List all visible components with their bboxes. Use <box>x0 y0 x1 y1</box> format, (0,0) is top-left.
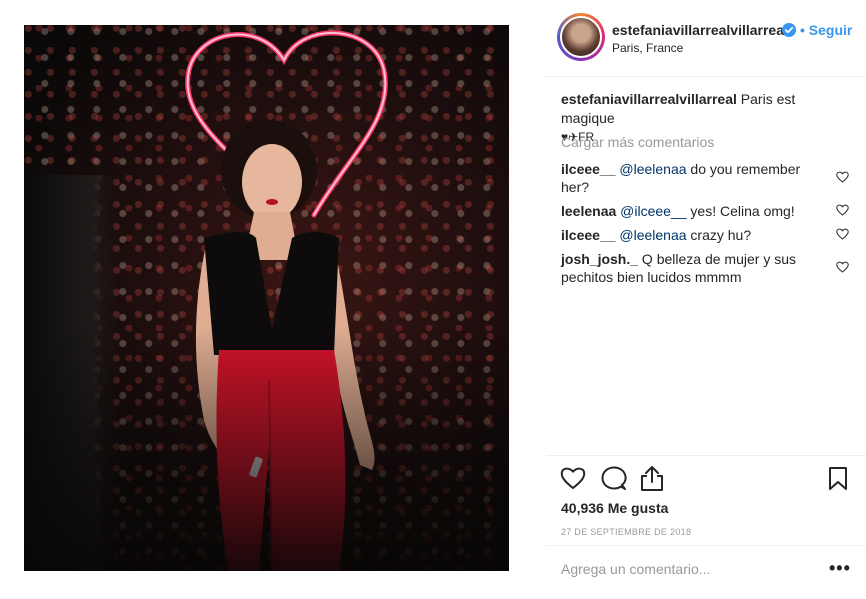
post-header: estefaniavillarrealvillarreal • Seguir P… <box>546 0 866 77</box>
comment-text: yes! Celina omg! <box>686 203 795 219</box>
comment-like-heart-icon[interactable] <box>836 171 849 183</box>
verified-badge-icon <box>782 23 796 37</box>
actions-divider <box>546 455 866 457</box>
comment-like-heart-icon[interactable] <box>836 228 849 240</box>
location-link[interactable]: Paris, France <box>612 41 683 55</box>
comment-input[interactable] <box>561 561 811 577</box>
comment-item: ilceee__ @leelenaa do you remember her? <box>561 160 831 196</box>
comment-bubble-icon[interactable] <box>601 466 627 491</box>
avatar-story-ring[interactable] <box>557 13 605 61</box>
comment-username[interactable]: josh_josh._ <box>561 251 638 267</box>
photo-shadow <box>24 325 509 571</box>
post-date[interactable]: 27 DE SEPTIEMBRE DE 2018 <box>561 527 691 537</box>
header-username[interactable]: estefaniavillarrealvillarreal <box>612 22 788 38</box>
likes-count[interactable]: 40,936 Me gusta <box>561 500 668 516</box>
comment-mention[interactable]: @leelenaa <box>619 227 686 243</box>
comment-username[interactable]: ilceee__ <box>561 161 616 177</box>
follow-label[interactable]: Seguir <box>809 22 853 38</box>
comment-like-heart-icon[interactable] <box>836 204 849 216</box>
comment-mention[interactable]: @ilceee__ <box>620 203 686 219</box>
post-photo[interactable] <box>24 25 509 571</box>
comment-like-heart-icon[interactable] <box>836 261 849 273</box>
comment-item: ilceee__ @leelenaa crazy hu? <box>561 226 831 244</box>
follow-button[interactable]: • Seguir <box>800 22 852 38</box>
save-bookmark-icon[interactable] <box>828 466 848 491</box>
load-more-comments[interactable]: Cargar más comentarios <box>561 134 714 150</box>
avatar[interactable] <box>560 16 602 58</box>
comment-username[interactable]: leelenaa <box>561 203 616 219</box>
comment-username[interactable]: ilceee__ <box>561 227 616 243</box>
comment-text: crazy hu? <box>686 227 752 243</box>
comment-item: josh_josh._ Q belleza de mujer y sus pec… <box>561 250 831 286</box>
comment-mention[interactable]: @leelenaa <box>619 161 686 177</box>
more-options-icon[interactable]: ••• <box>829 558 851 579</box>
comment-item: leelenaa @ilceee__ yes! Celina omg! <box>561 202 831 220</box>
caption-username[interactable]: estefaniavillarrealvillarreal <box>561 91 737 107</box>
add-comment-bar: ••• <box>546 545 866 599</box>
share-icon[interactable] <box>640 465 664 492</box>
like-heart-icon[interactable] <box>560 466 586 490</box>
